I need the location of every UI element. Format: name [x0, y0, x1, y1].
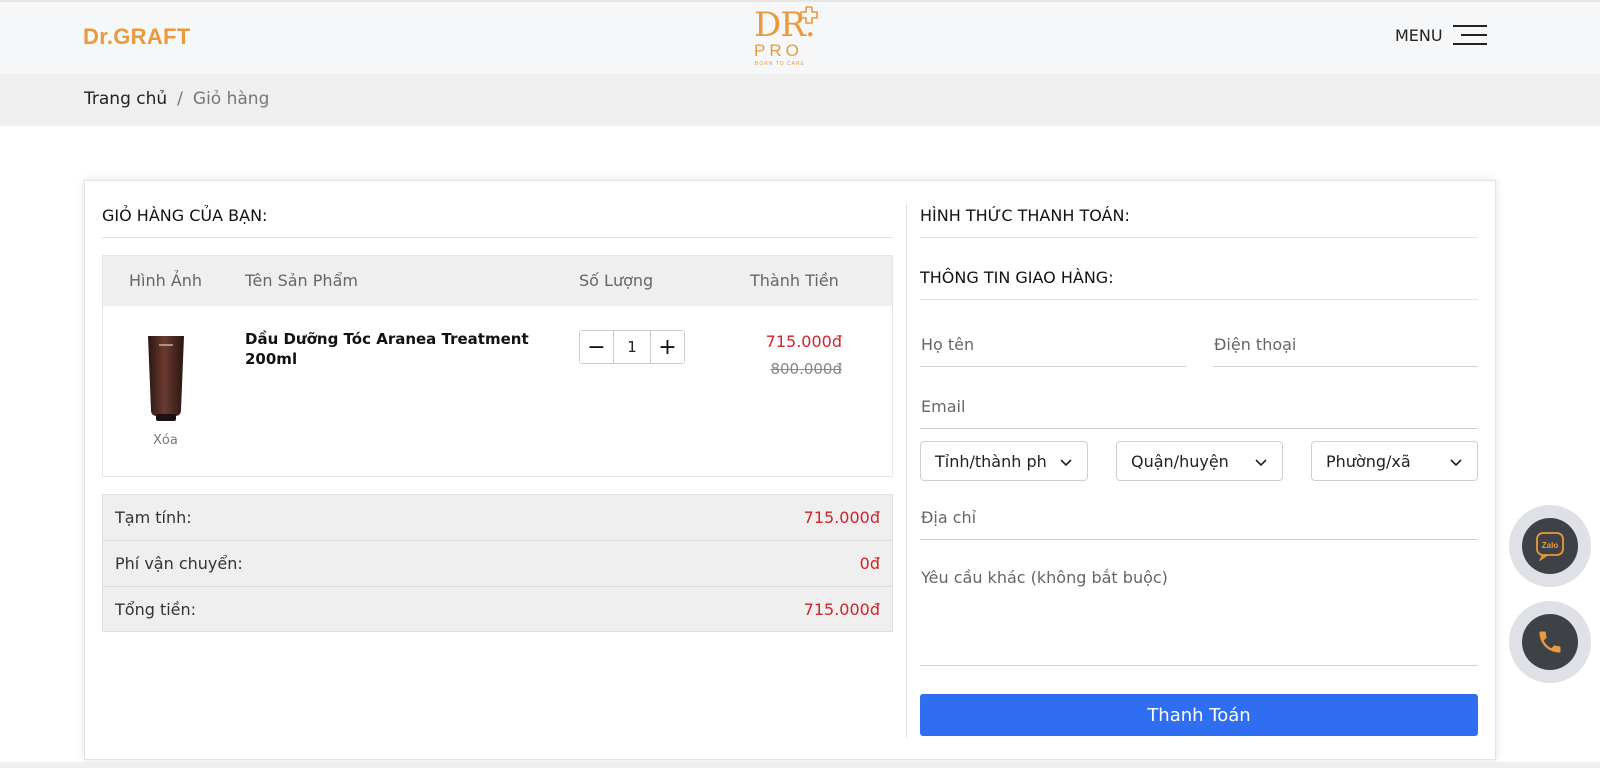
breadcrumb-current: Giỏ hàng: [192, 89, 270, 109]
zalo-button-inner: Zalo: [1522, 518, 1578, 574]
quantity-increase-button[interactable]: +: [651, 331, 684, 363]
phone-field[interactable]: Điện thoại: [1213, 327, 1478, 367]
ward-select[interactable]: Phường/xã: [1311, 441, 1478, 481]
logo-tagline: BORN TO CARE: [755, 61, 805, 67]
payment-title-divider: [920, 237, 1478, 238]
breadcrumb: Trang chủ / Giỏ hàng: [84, 89, 269, 109]
subtotal-row: Tạm tính: 715.000đ: [103, 495, 892, 541]
email-field[interactable]: Email: [920, 389, 1478, 429]
cart-table-header: Hình Ảnh Tên Sản Phẩm Số Lượng Thành Tiề…: [103, 256, 892, 306]
ward-select-value: Phường/xã: [1326, 452, 1411, 471]
logo-cross-icon: [800, 6, 818, 24]
note-textarea[interactable]: Yêu cầu khác (không bắt buộc): [920, 560, 1478, 666]
phone-button-inner: [1522, 614, 1578, 670]
top-header: Dr.GRAFT DR. PRO BORN TO CARE MENU: [0, 0, 1600, 74]
checkout-submit-button[interactable]: Thanh Toán: [920, 694, 1478, 736]
breadcrumb-separator: /: [177, 89, 183, 109]
district-select[interactable]: Quận/huyện: [1116, 441, 1283, 481]
chevron-down-icon: [1060, 459, 1072, 467]
shipping-info-title: THÔNG TIN GIAO HÀNG:: [920, 268, 1114, 287]
zalo-icon-text: Zalo: [1542, 541, 1559, 550]
address-field-placeholder: Địa chỉ: [921, 508, 977, 527]
district-select-value: Quận/huyện: [1131, 452, 1229, 471]
logo-sub: PRO: [754, 41, 803, 60]
chevron-down-icon: [1255, 459, 1267, 467]
column-divider: [906, 203, 907, 738]
remove-item-link[interactable]: Xóa: [153, 433, 178, 448]
hamburger-icon: [1452, 24, 1487, 46]
product-image[interactable]: [147, 334, 185, 422]
cart-totals: Tạm tính: 715.000đ Phí vận chuyển: 0đ Tổ…: [102, 494, 893, 632]
name-field[interactable]: Họ tên: [920, 327, 1186, 367]
zalo-icon: Zalo: [1536, 532, 1564, 561]
column-header-name: Tên Sản Phẩm: [245, 271, 358, 290]
phone-field-placeholder: Điện thoại: [1214, 335, 1297, 354]
product-name[interactable]: Dầu Dưỡng Tóc Aranea Treatment 200ml: [245, 329, 545, 369]
name-field-placeholder: Họ tên: [921, 335, 975, 354]
menu-button[interactable]: MENU: [1395, 24, 1487, 46]
item-old-price: 800.000đ: [770, 360, 842, 378]
grand-total-label: Tổng tiền:: [115, 600, 197, 619]
breadcrumb-bar: Trang chủ / Giỏ hàng: [0, 74, 1600, 126]
quantity-input[interactable]: 1: [613, 331, 651, 363]
payment-method-title: HÌNH THỨC THANH TOÁN:: [920, 206, 1130, 225]
grand-total-value: 715.000đ: [803, 600, 880, 619]
zalo-chat-button[interactable]: Zalo: [1509, 505, 1591, 587]
cart-table: Hình Ảnh Tên Sản Phẩm Số Lượng Thành Tiề…: [102, 255, 893, 477]
column-header-total: Thành Tiền: [750, 271, 839, 290]
column-header-image: Hình Ảnh: [129, 271, 203, 290]
province-select-value: Tỉnh/thành ph: [935, 452, 1047, 471]
item-price: 715.000đ: [765, 332, 842, 351]
address-field[interactable]: Địa chỉ: [920, 500, 1478, 540]
cart-title-divider: [102, 237, 893, 238]
breadcrumb-home-link[interactable]: Trang chủ: [84, 89, 167, 109]
shipping-fee-label: Phí vận chuyển:: [115, 554, 243, 573]
quantity-decrease-button[interactable]: −: [580, 331, 613, 363]
quantity-stepper: − 1 +: [579, 330, 685, 364]
grand-total-row: Tổng tiền: 715.000đ: [103, 587, 892, 633]
brand-logo-text[interactable]: Dr.GRAFT: [83, 24, 191, 50]
shipping-fee-row: Phí vận chuyển: 0đ: [103, 541, 892, 587]
subtotal-value: 715.000đ: [803, 508, 880, 527]
email-field-placeholder: Email: [921, 397, 966, 416]
note-textarea-placeholder: Yêu cầu khác (không bắt buộc): [921, 568, 1168, 587]
column-header-quantity: Số Lượng: [579, 271, 654, 290]
cart-title: GIỎ HÀNG CỦA BẠN:: [102, 206, 268, 225]
shipping-title-divider: [920, 299, 1478, 300]
menu-label: MENU: [1395, 25, 1443, 45]
phone-icon: [1539, 631, 1561, 653]
province-select[interactable]: Tỉnh/thành ph: [920, 441, 1088, 481]
shipping-fee-value: 0đ: [859, 554, 880, 573]
bottom-edge: [0, 762, 1600, 768]
phone-call-button[interactable]: [1509, 601, 1591, 683]
site-logo[interactable]: DR. PRO BORN TO CARE: [752, 6, 822, 70]
chevron-down-icon: [1450, 459, 1462, 467]
subtotal-label: Tạm tính:: [115, 508, 192, 527]
